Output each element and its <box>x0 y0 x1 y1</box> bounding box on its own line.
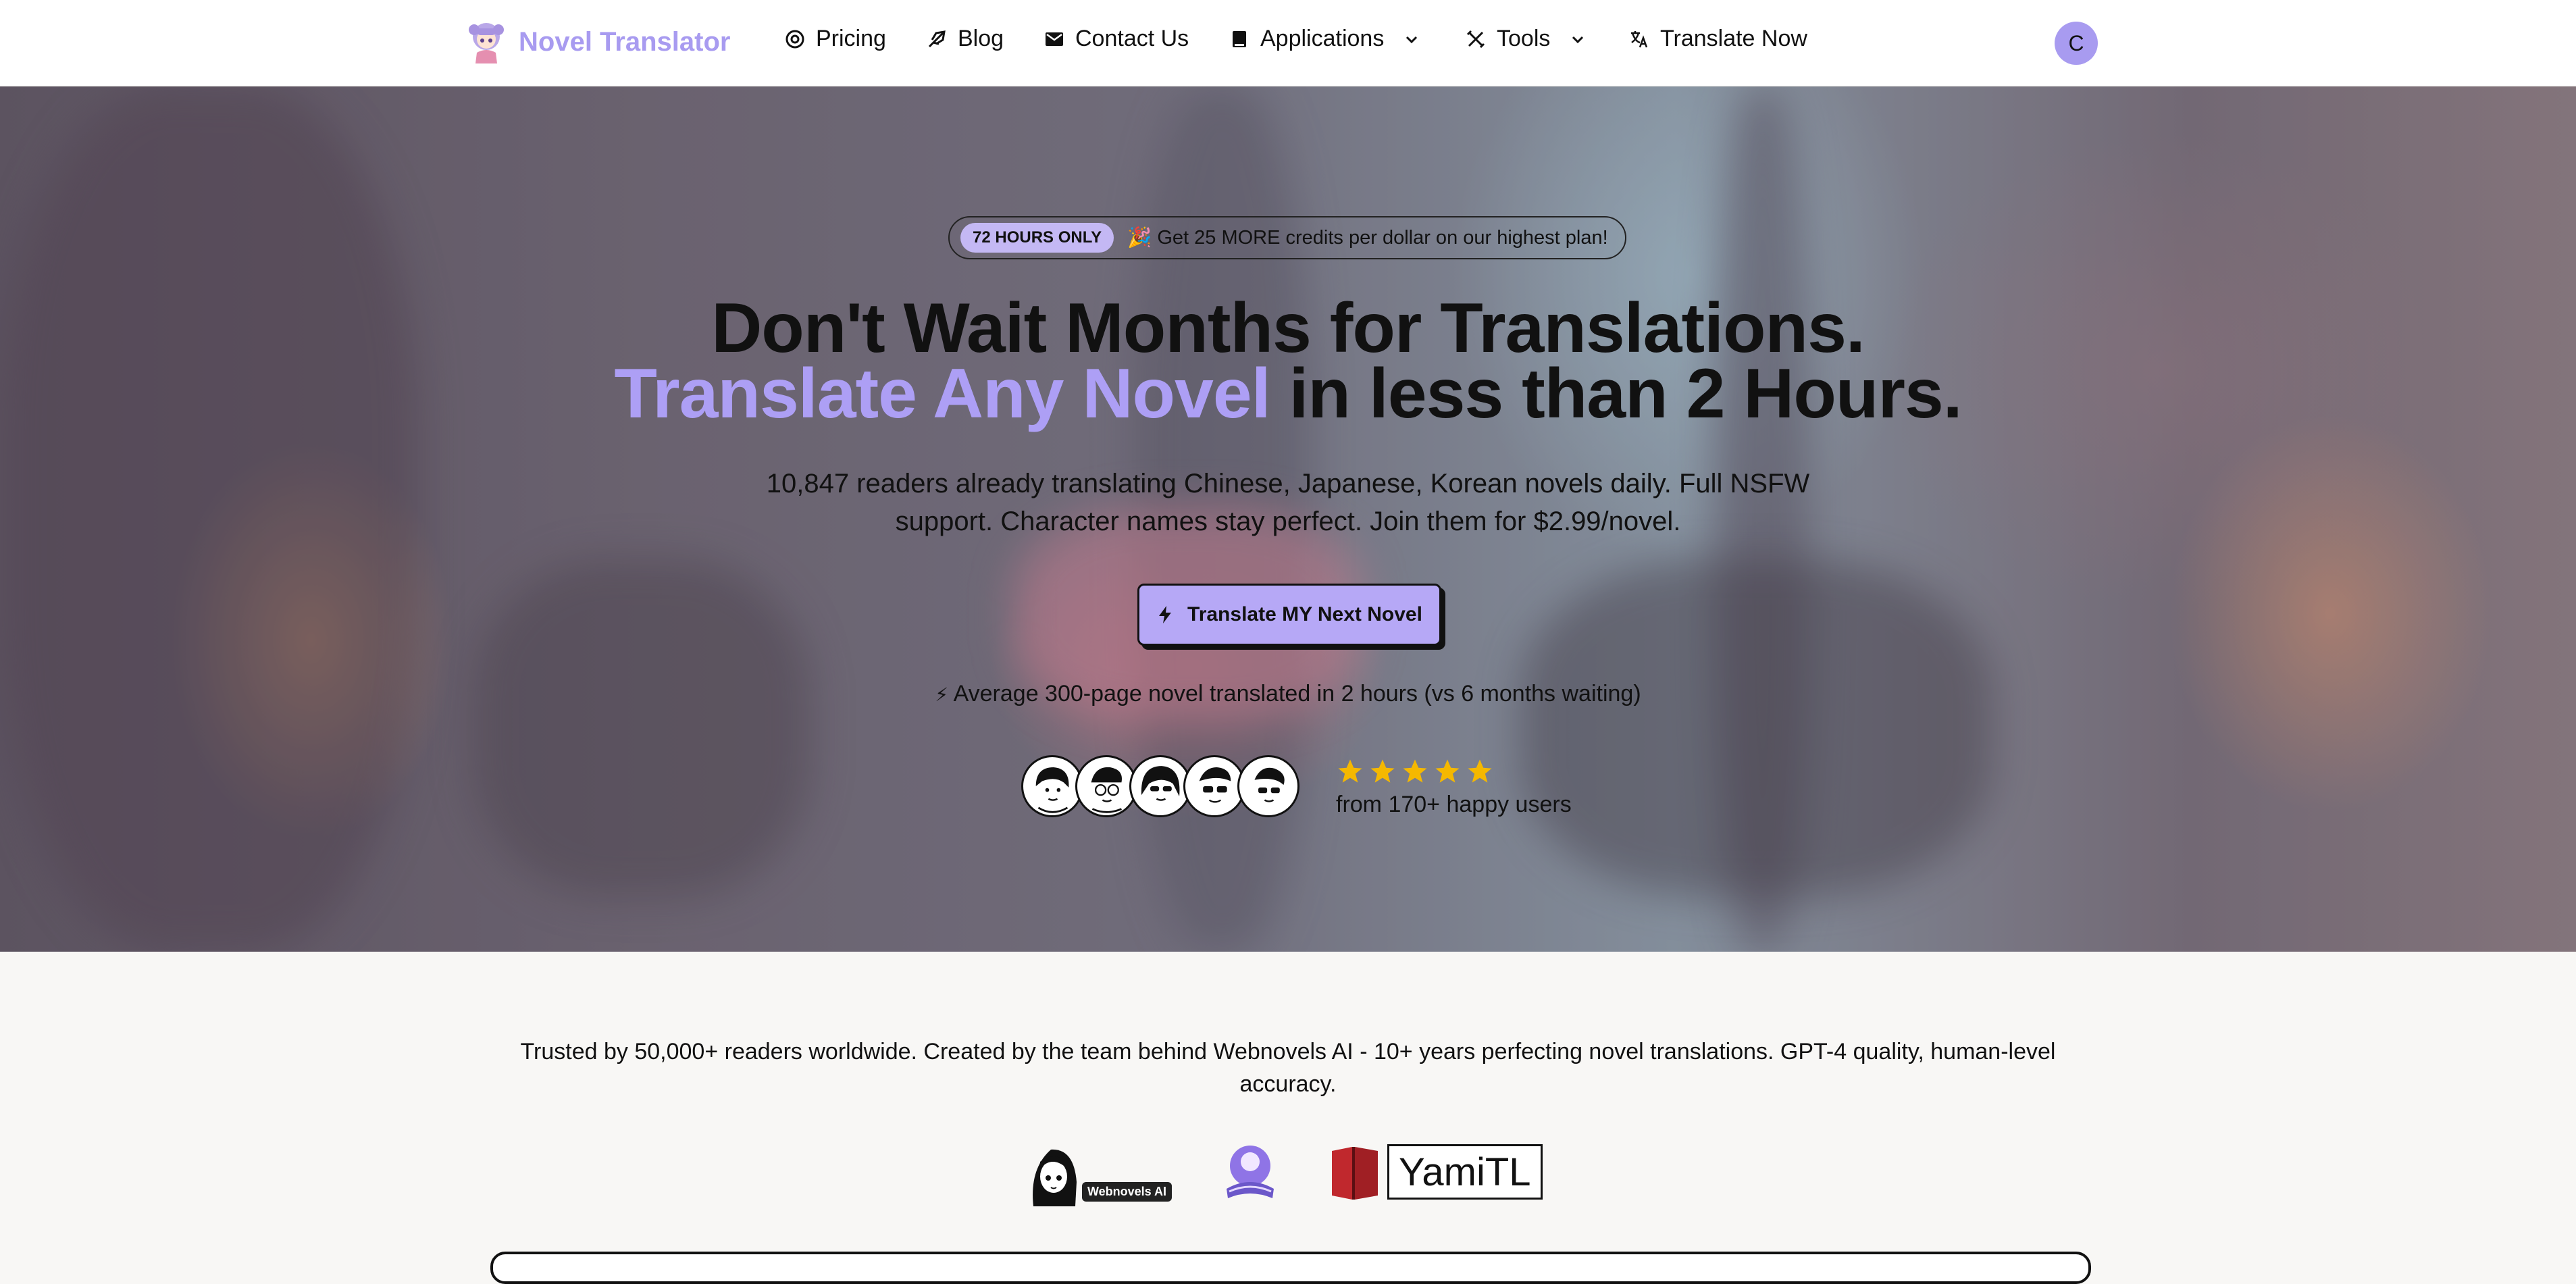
user-avatar-button[interactable]: C <box>2055 22 2098 65</box>
webnovels-ai-logo: Webnovels AI <box>1027 1141 1175 1209</box>
chevron-down-icon <box>1406 36 1418 43</box>
promo-text: 🎉 Get 25 MORE credits per dollar on our … <box>1127 227 1608 249</box>
quill-icon <box>928 30 946 47</box>
happy-users-text: from 170+ happy users <box>1336 792 1572 817</box>
user-avatar-1-icon <box>1021 755 1083 817</box>
nav-applications-label: Applications <box>1260 26 1385 51</box>
star-icon <box>1468 759 1492 783</box>
nav-applications[interactable]: Applications <box>1229 26 1419 52</box>
book-icon <box>1233 30 1246 47</box>
stat-line: ⚡ Average 300-page novel translated in 2… <box>0 681 2576 707</box>
hero-content: 72 HOURS ONLY 🎉 Get 25 MORE credits per … <box>0 86 2576 952</box>
star-icon <box>1435 759 1460 783</box>
lightning-icon <box>1159 606 1172 623</box>
anime-girl-logo-icon <box>469 23 504 63</box>
star-icon <box>1370 759 1395 783</box>
nav-blog-label: Blog <box>958 26 1004 51</box>
headline-rest: in less than 2 Hours. <box>1270 355 1963 433</box>
partner-logos: Webnovels AI YamiTL <box>0 1141 2576 1216</box>
nav-translate-now[interactable]: Translate Now <box>1629 26 1807 52</box>
red-book-icon <box>1332 1147 1378 1200</box>
headline-accent: Translate Any Novel <box>614 355 1270 433</box>
anime-girl-mascot-icon <box>1033 1149 1077 1206</box>
user-avatar-5-icon <box>1237 755 1299 817</box>
cta-label: Translate MY Next Novel <box>1187 603 1422 625</box>
top-navbar: Novel Translator Pricing Blog Contact Us… <box>0 0 2576 87</box>
translate-next-novel-button[interactable]: Translate MY Next Novel <box>1137 584 1441 646</box>
nav-translate-now-label: Translate Now <box>1660 26 1807 51</box>
user-avatar-4-icon <box>1183 755 1245 817</box>
nav-pricing-label: Pricing <box>816 26 886 51</box>
brand-link[interactable]: Novel Translator <box>465 19 730 65</box>
brand-name: Novel Translator <box>519 26 731 57</box>
promo-banner[interactable]: 72 HOURS ONLY 🎉 Get 25 MORE credits per … <box>948 216 1626 259</box>
yamitl-wordmark: YamiTL <box>1387 1144 1543 1200</box>
nav-contact[interactable]: Contact Us <box>1044 26 1189 52</box>
star-icon <box>1338 759 1362 783</box>
lightning-emoji-icon: ⚡ <box>935 684 948 705</box>
pricing-icon <box>785 30 804 48</box>
headline-line-2: Translate Any Novel in less than 2 Hours… <box>0 359 2576 429</box>
yamitl-logo: YamiTL <box>1328 1141 1543 1202</box>
nav-tools-label: Tools <box>1497 26 1551 51</box>
promo-badge: 72 HOURS ONLY <box>960 223 1114 253</box>
next-section-card <box>490 1252 2091 1284</box>
user-avatar-2-icon <box>1075 755 1137 817</box>
tools-icon <box>1466 30 1485 48</box>
crystal-orb-logo-icon <box>1227 1146 1274 1198</box>
hero-subtext: 10,847 readers already translating Chine… <box>766 469 1810 536</box>
hero-section: 72 HOURS ONLY 🎉 Get 25 MORE credits per … <box>0 86 2576 952</box>
star-icon <box>1403 759 1427 783</box>
nav-blog[interactable]: Blog <box>927 26 1004 52</box>
mail-icon <box>1046 32 1063 46</box>
nav-tools[interactable]: Tools <box>1466 26 1585 52</box>
nav-contact-label: Contact Us <box>1075 26 1189 51</box>
stat-text: Average 300-page novel translated in 2 h… <box>953 681 1641 707</box>
nav-pricing[interactable]: Pricing <box>785 26 886 52</box>
chevron-down-icon <box>1572 36 1584 43</box>
headline-line-1: Don't Wait Months for Translations. <box>711 289 1865 367</box>
trust-statement: Trusted by 50,000+ readers worldwide. Cr… <box>520 1039 2056 1097</box>
translate-icon <box>1631 30 1648 47</box>
webnovels-ai-label: Webnovels AI <box>1082 1182 1173 1202</box>
rating-stars <box>1336 757 1498 786</box>
user-avatar-3-icon <box>1129 755 1191 817</box>
